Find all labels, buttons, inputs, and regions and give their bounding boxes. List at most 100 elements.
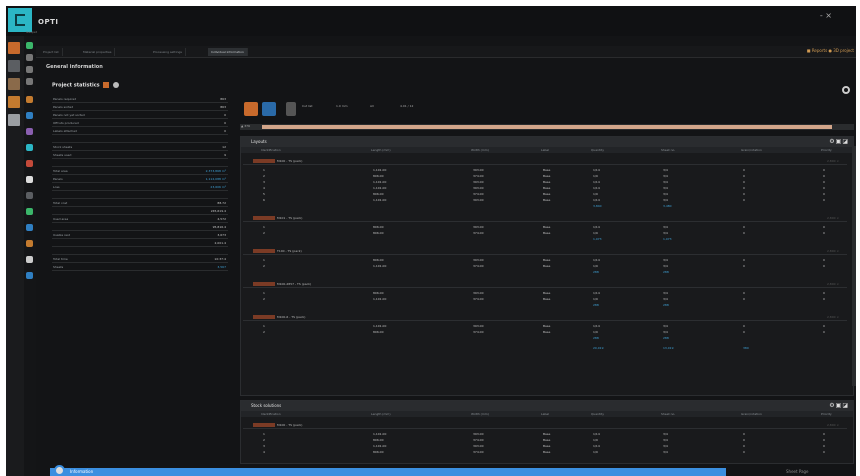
column-header-cell[interactable]: Label [541, 148, 549, 152]
panel-tool-icons[interactable]: ⚙▣◪ [829, 138, 849, 145]
table-cell: 0 [743, 174, 745, 178]
cloud-icon[interactable] [26, 256, 33, 263]
table-row[interactable]: 1 1,101.00 393.00 Base 1/14 3/4 0 0 [243, 168, 847, 173]
column-header-cell[interactable]: Width (mm) [471, 412, 489, 416]
table-cell: 374.00 [473, 297, 484, 301]
column-header-cell[interactable]: Width (mm) [471, 148, 489, 152]
import-icon[interactable] [26, 240, 33, 247]
chart-icon[interactable] [26, 128, 33, 135]
green-icon[interactable] [26, 42, 33, 49]
group-header[interactable]: M100 - TS (pack) 2,800 × [243, 157, 847, 165]
stat-label: Panels not yet sorted [53, 113, 85, 117]
table-row[interactable]: 2 1,101.00 374.00 Base 1/9 3/4 0 0 [243, 264, 847, 269]
stat-value: 3,567 [217, 265, 226, 269]
table-cell: 1,101.00 [373, 432, 387, 436]
panel-tool-icons[interactable]: ⚙▣◪ [829, 402, 849, 409]
globe-icon[interactable] [26, 272, 33, 279]
stat-row: Panels sorted 863 [52, 104, 228, 111]
column-header-cell[interactable]: Grain/rotation [741, 148, 762, 152]
tab-processing-settings[interactable]: Processing settings [150, 48, 186, 56]
table-row[interactable]: 1 806.00 393.00 Base 1/14 3/4 0 0 [243, 291, 847, 296]
column-header-cell[interactable]: Length (mm) [371, 412, 391, 416]
column-header-cell[interactable]: Quantity [591, 148, 604, 152]
gear-icon[interactable] [113, 82, 120, 88]
table-row[interactable]: 2 806.00 374.00 Base 1/9 3/4 0 0 [243, 438, 847, 443]
tab-project-list[interactable]: Project list [40, 48, 63, 56]
table-row[interactable]: 2 1,101.00 374.00 Base 1/9 3/4 0 0 [243, 297, 847, 302]
title-bar: OPTI Geepet - × [6, 6, 856, 36]
stat-row: Labels attached 0 [52, 128, 228, 135]
table-cell: 2 [263, 438, 265, 442]
view-icon[interactable] [262, 102, 276, 116]
export-icon[interactable] [26, 224, 33, 231]
tools-icon[interactable] [8, 114, 20, 126]
table-row[interactable]: 1 1,101.00 393.00 Base 1/14 3/4 0 0 [243, 432, 847, 437]
column-header-cell[interactable]: Label [541, 412, 549, 416]
table-row[interactable]: 4 806.00 374.00 Base 1/9 3/4 0 0 [243, 450, 847, 455]
stats-icon[interactable] [103, 82, 110, 88]
alert-icon[interactable] [26, 160, 33, 167]
column-header-cell[interactable]: Priority [821, 412, 832, 416]
grid-icon[interactable] [26, 66, 33, 73]
group-header[interactable]: M101 - TS (pack) 2,800 × [243, 214, 847, 222]
material-icon[interactable] [8, 78, 20, 90]
settings-gear-icon[interactable] [842, 86, 850, 94]
table-row[interactable]: 1 806.00 393.00 Base 1/14 3/4 0 0 [243, 225, 847, 230]
table-cell: 3 [263, 444, 265, 448]
layout-icon[interactable] [244, 102, 258, 116]
table-row[interactable]: 6 1,101.00 393.00 Base 1/14 3/4 0 0 [243, 198, 847, 203]
table-cell: Base [543, 198, 551, 202]
tab-material-properties[interactable]: Material properties [80, 48, 116, 56]
vertical-scrollbar[interactable] [852, 146, 856, 386]
table-row[interactable]: 1 806.00 393.00 Base 1/14 3/4 0 0 [243, 258, 847, 263]
column-header-cell[interactable]: Sheet no. [661, 412, 675, 416]
table-row[interactable]: 3 1,101.00 393.00 Base 1/14 3/4 0 0 [243, 444, 847, 449]
column-header-cell[interactable]: Quantity [591, 412, 604, 416]
group-name: M100 - TS (pack) [277, 159, 303, 163]
window-controls[interactable]: - × [820, 11, 832, 20]
section-header[interactable]: General information [46, 64, 103, 70]
settings-icon[interactable] [26, 176, 33, 183]
column-header-cell[interactable]: Identification [261, 412, 281, 416]
group-header[interactable]: M100-6 - TS (pack) 2,800 × [243, 313, 847, 321]
document-icon[interactable] [8, 60, 20, 72]
print-icon[interactable] [26, 192, 33, 199]
group-header[interactable]: T100 - TS (pack) 2,800 × [243, 247, 847, 255]
table-row[interactable]: 2 806.00 374.00 Base 1/9 3/4 0 0 [243, 231, 847, 236]
table-cell: 0 [743, 432, 745, 436]
cut-icon[interactable] [286, 102, 296, 116]
table-cell: Base [543, 432, 551, 436]
table-row[interactable]: 5 806.00 374.00 Base 1/9 3/4 0 0 [243, 192, 847, 197]
info-icon[interactable] [54, 465, 65, 476]
table-row[interactable]: 2 806.00 374.00 Base 1/9 3/4 0 0 [243, 330, 847, 335]
box-icon[interactable] [8, 96, 20, 108]
refresh-icon[interactable] [26, 144, 33, 151]
stat-row: 2,001.4 [52, 240, 228, 247]
group-header[interactable]: M100 - TS (pack) 2,800 × [243, 421, 847, 429]
group-total-row: 1,073 1,073 [243, 237, 847, 242]
list-icon[interactable] [26, 54, 33, 61]
reports-3d-links[interactable]: ■ Reports ● 3D project [807, 48, 854, 53]
stat-row: Total area 2,373,868 m² [52, 168, 228, 175]
column-header-cell[interactable]: Sheet no. [661, 148, 675, 152]
stat-value: 1,112,088 m² [205, 177, 226, 181]
table-row[interactable]: 2 806.00 374.00 Base 1/9 3/4 0 0 [243, 174, 847, 179]
layers-icon[interactable] [26, 78, 33, 85]
column-header-cell[interactable]: Grain/rotation [741, 412, 762, 416]
column-header-cell[interactable]: Priority [821, 148, 832, 152]
column-header-cell[interactable]: Identification [261, 148, 281, 152]
table-row[interactable]: 1 1,101.00 393.00 Base 1/14 3/4 0 0 [243, 324, 847, 329]
table-row[interactable]: 4 1,101.00 393.00 Base 1/14 3/4 0 0 [243, 186, 847, 191]
project-icon[interactable] [8, 42, 20, 54]
folder-icon[interactable] [26, 96, 33, 103]
table-cell: 0 [823, 198, 825, 202]
info-icon[interactable] [26, 112, 33, 119]
table-row[interactable]: 3 1,101.00 393.00 Base 1/14 3/4 0 0 [243, 180, 847, 185]
table-cell: Base [543, 438, 551, 442]
save-icon[interactable] [26, 208, 33, 215]
column-header-cell[interactable]: Length (mm) [371, 148, 391, 152]
stat-value: 3,673 [217, 233, 226, 237]
table-cell: 0 [823, 174, 825, 178]
tab-individual-information[interactable]: Individual information [208, 48, 248, 56]
group-header[interactable]: M100-2857 - TS (pack) 2,800 × [243, 280, 847, 288]
